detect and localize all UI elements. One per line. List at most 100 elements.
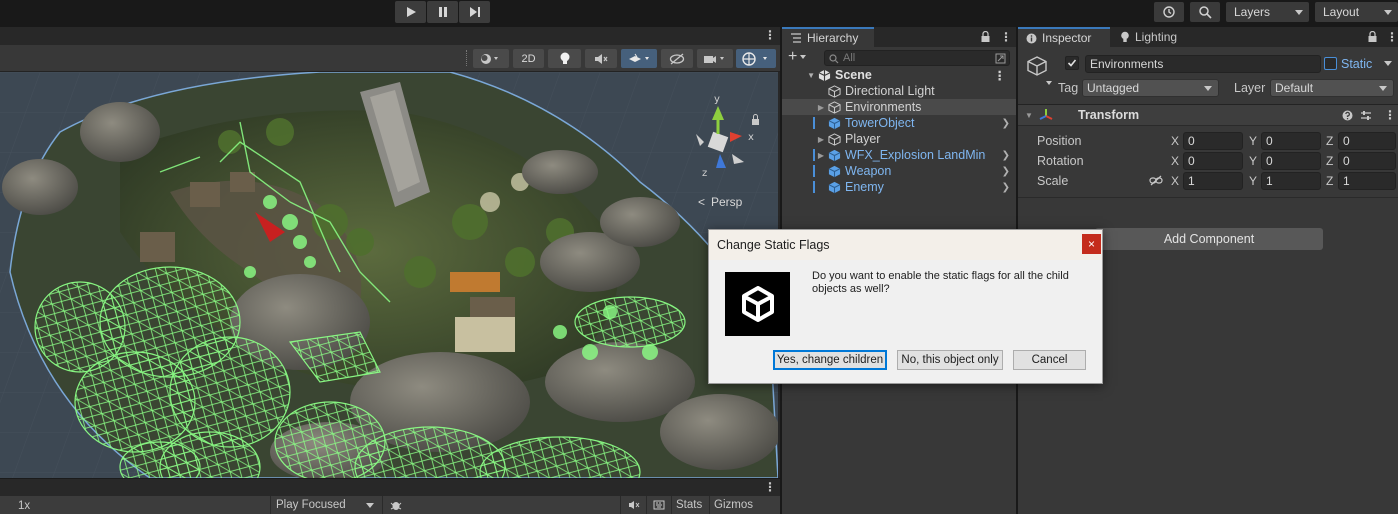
- stats-button[interactable]: Stats: [671, 496, 709, 514]
- rotation-y-axis-label[interactable]: Y: [1249, 154, 1257, 168]
- kebab-menu-icon[interactable]: ⋮: [1384, 108, 1396, 122]
- cancel-button[interactable]: Cancel: [1013, 350, 1086, 370]
- persp-label[interactable]: Persp: [711, 195, 743, 209]
- hierarchy-search-input[interactable]: All: [824, 50, 1010, 66]
- position-x-field[interactable]: 0: [1183, 132, 1243, 150]
- scene-camera-dropdown[interactable]: [697, 49, 733, 68]
- position-y-axis-label[interactable]: Y: [1249, 134, 1257, 148]
- transform-component-header[interactable]: ▼ Transform ⋮: [1018, 105, 1398, 126]
- fold-arrow-expanded-icon[interactable]: ▼: [782, 71, 818, 80]
- add-component-button[interactable]: Add Component: [1095, 228, 1323, 250]
- game-audio-button[interactable]: [620, 496, 646, 514]
- game-scale-value[interactable]: 1x: [18, 500, 30, 512]
- pause-button[interactable]: [427, 1, 458, 23]
- hierarchy-item-weapon[interactable]: Weapon ❯: [782, 163, 1016, 179]
- position-z-axis-label[interactable]: Z: [1326, 134, 1333, 148]
- constrain-proportions-link-icon[interactable]: [1149, 175, 1163, 186]
- lock-icon[interactable]: [1368, 31, 1377, 42]
- chevron-right-icon[interactable]: ❯: [1002, 118, 1010, 129]
- rotation-label[interactable]: Rotation: [1037, 154, 1084, 168]
- scene-viewport[interactable]: y x z < Persp: [0, 72, 778, 478]
- position-x-axis-label[interactable]: X: [1171, 134, 1179, 148]
- undo-history-button[interactable]: [1154, 2, 1184, 22]
- chevron-down-icon[interactable]: [1384, 61, 1392, 66]
- rotation-x-field[interactable]: 0: [1183, 152, 1243, 170]
- gizmos-button[interactable]: Gizmos: [709, 496, 780, 514]
- scale-y-field[interactable]: 1: [1261, 172, 1321, 190]
- hierarchy-item-wfx-explosion[interactable]: ▶ WFX_Explosion LandMine ❯: [782, 147, 1016, 163]
- fold-arrow-collapsed-icon[interactable]: ▶: [782, 151, 828, 160]
- rotation-y-field[interactable]: 0: [1261, 152, 1321, 170]
- fold-arrow-collapsed-icon[interactable]: ▶: [782, 135, 828, 144]
- help-icon[interactable]: [1342, 110, 1353, 121]
- scene-fx-dropdown[interactable]: [621, 49, 657, 68]
- static-checkbox[interactable]: [1324, 57, 1337, 70]
- position-z-field[interactable]: 0: [1338, 132, 1396, 150]
- effects-layers-icon: [629, 53, 649, 62]
- active-checkbox[interactable]: [1065, 56, 1079, 70]
- scale-z-field[interactable]: 1: [1338, 172, 1396, 190]
- mode-2d-toggle[interactable]: 2D: [513, 49, 544, 68]
- fold-arrow-collapsed-icon[interactable]: ▶: [782, 103, 828, 112]
- fold-arrow-expanded-icon[interactable]: ▼: [1025, 111, 1033, 120]
- hierarchy-item-enemy[interactable]: Enemy ❯: [782, 179, 1016, 195]
- search-button[interactable]: [1190, 2, 1220, 22]
- search-filter-icon[interactable]: [995, 53, 1006, 64]
- prefab-cube-icon: [828, 181, 841, 193]
- position-label[interactable]: Position: [1037, 134, 1081, 148]
- hierarchy-item-player[interactable]: ▶ Player: [782, 131, 1016, 147]
- presets-sliders-icon[interactable]: [1360, 110, 1372, 121]
- scale-x-field[interactable]: 1: [1183, 172, 1243, 190]
- hierarchy-item-label: Weapon: [845, 164, 892, 178]
- object-name-field[interactable]: Environments: [1085, 55, 1321, 73]
- hierarchy-item-towerobject[interactable]: TowerObject ❯: [782, 115, 1016, 131]
- gizmos-dropdown[interactable]: [736, 49, 776, 68]
- kebab-menu-icon[interactable]: ⋮: [1386, 31, 1398, 43]
- pause-icon: [438, 7, 447, 17]
- projection-label[interactable]: <: [698, 195, 705, 209]
- kebab-menu-icon[interactable]: ⋮: [994, 68, 1007, 83]
- chevron-right-icon[interactable]: ❯: [1002, 182, 1010, 193]
- gameobject-cube-icon[interactable]: [1026, 55, 1048, 77]
- tab-lighting[interactable]: Lighting: [1112, 27, 1185, 47]
- scene-root-row[interactable]: ▼ Scene ⋮: [782, 67, 1016, 83]
- scale-x-axis-label[interactable]: X: [1171, 174, 1179, 188]
- scale-z-axis-label[interactable]: Z: [1326, 174, 1333, 188]
- tag-dropdown[interactable]: Untagged: [1082, 79, 1219, 97]
- rotation-z-axis-label[interactable]: Z: [1326, 154, 1333, 168]
- chevron-down-icon[interactable]: [1046, 81, 1052, 85]
- toolbar-grip[interactable]: [466, 50, 468, 66]
- position-y-field[interactable]: 0: [1261, 132, 1321, 150]
- hierarchy-item-environments[interactable]: ▶ Environments: [782, 99, 1016, 115]
- kebab-menu-icon[interactable]: ⋮: [1000, 31, 1012, 43]
- create-dropdown[interactable]: +: [788, 49, 807, 65]
- scene-visibility-toggle[interactable]: [661, 49, 693, 68]
- kebab-menu-icon[interactable]: ⋮: [764, 481, 776, 493]
- rotation-z-field[interactable]: 0: [1338, 152, 1396, 170]
- no-this-object-only-button[interactable]: No, this object only: [897, 350, 1003, 370]
- step-button[interactable]: [459, 1, 490, 23]
- yes-change-children-button[interactable]: Yes, change children: [773, 350, 887, 370]
- kebab-menu-icon[interactable]: ⋮: [764, 29, 776, 41]
- play-focused-dropdown[interactable]: Play Focused: [270, 496, 380, 514]
- chevron-right-icon[interactable]: ❯: [1002, 166, 1010, 177]
- rotation-x-axis-label[interactable]: X: [1171, 154, 1179, 168]
- lock-icon[interactable]: [981, 31, 990, 42]
- chevron-right-icon[interactable]: ❯: [1002, 150, 1010, 161]
- shading-mode-button[interactable]: [473, 49, 509, 68]
- play-button[interactable]: [395, 1, 426, 23]
- scene-audio-toggle[interactable]: [585, 49, 617, 68]
- dialog-close-button[interactable]: ×: [1082, 234, 1101, 254]
- tab-inspector[interactable]: Inspector: [1018, 27, 1110, 47]
- dialog-title-bar[interactable]: Change Static Flags: [709, 230, 1102, 260]
- keyboard-button[interactable]: [646, 496, 670, 514]
- layers-dropdown[interactable]: Layers: [1226, 2, 1309, 22]
- layer-dropdown[interactable]: Default: [1270, 79, 1394, 97]
- tab-hierarchy[interactable]: Hierarchy: [782, 27, 874, 47]
- layout-dropdown[interactable]: Layout: [1315, 2, 1398, 22]
- bug-button[interactable]: [382, 496, 408, 514]
- scale-y-axis-label[interactable]: Y: [1249, 174, 1257, 188]
- hierarchy-item-directional-light[interactable]: Directional Light: [782, 83, 1016, 99]
- scene-lighting-toggle[interactable]: [548, 49, 581, 68]
- scale-label[interactable]: Scale: [1037, 174, 1068, 188]
